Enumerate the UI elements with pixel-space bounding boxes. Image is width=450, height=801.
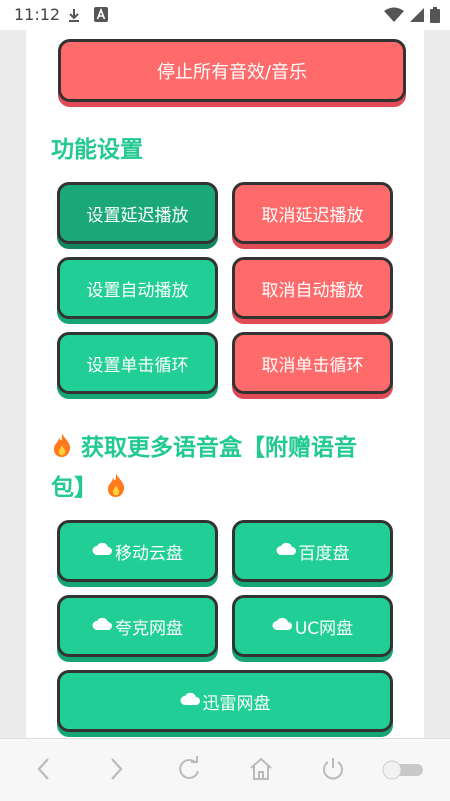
cancel-delay-play-button[interactable]: 取消延迟播放 [232,182,393,244]
set-delay-play-label: 设置延迟播放 [86,205,189,226]
stop-all-audio-label: 停止所有音效/音乐 [156,61,308,83]
quark-pan-label: 夸克网盘 [115,618,183,639]
signal-icon [408,7,424,27]
main-content: 停止所有音效/音乐 功能设置 设置延迟播放 取消延迟播放 设置自动播放 取消自动… [26,30,424,738]
status-bar: 11:12 [0,0,450,30]
more-voice-title-line2: 包】 [51,475,97,501]
set-auto-play-button[interactable]: 设置自动播放 [57,257,218,319]
cancel-auto-play-button[interactable]: 取消自动播放 [232,257,393,319]
power-icon[interactable] [320,755,346,787]
refresh-icon[interactable] [176,755,202,787]
browser-nav-bar [0,738,450,801]
back-icon[interactable] [34,755,54,787]
cloud-icon [92,616,112,636]
cancel-auto-play-label: 取消自动播放 [261,280,364,301]
stop-all-audio-button[interactable]: 停止所有音效/音乐 [58,39,406,102]
set-click-loop-button[interactable]: 设置单击循环 [57,332,218,394]
cancel-delay-play-label: 取消延迟播放 [261,205,364,226]
baidu-pan-button[interactable]: 百度盘 [232,520,393,582]
cancel-click-loop-button[interactable]: 取消单击循环 [232,332,393,394]
more-voice-title-line1: 获取更多语音盒【附赠语音 [81,435,358,461]
mobile-cloud-label: 移动云盘 [115,543,183,564]
download-icon [66,7,82,27]
status-time: 11:12 [14,5,61,24]
baidu-pan-label: 百度盘 [298,543,350,564]
uc-pan-button[interactable]: UC网盘 [232,595,393,657]
set-auto-play-label: 设置自动播放 [86,280,189,301]
cloud-icon [180,691,200,711]
battery-icon [430,7,440,27]
fire-icon [51,433,81,461]
mobile-cloud-button[interactable]: 移动云盘 [57,520,218,582]
toggle-switch[interactable] [382,760,424,780]
fire-icon [105,473,127,501]
home-icon[interactable] [248,755,274,787]
wifi-icon [384,7,404,27]
uc-pan-label: UC网盘 [294,618,354,639]
a-badge-icon [94,7,108,26]
more-voice-title: 获取更多语音盒【附赠语音 包】 [51,428,411,508]
set-click-loop-label: 设置单击循环 [86,355,189,376]
settings-section-title: 功能设置 [51,137,143,163]
forward-icon[interactable] [106,755,126,787]
cancel-click-loop-label: 取消单击循环 [261,355,364,376]
cloud-icon [272,616,292,636]
set-delay-play-button[interactable]: 设置延迟播放 [57,182,218,244]
quark-pan-button[interactable]: 夸克网盘 [57,595,218,657]
cloud-icon [92,541,112,561]
xunlei-pan-label: 迅雷网盘 [202,693,271,714]
xunlei-pan-button[interactable]: 迅雷网盘 [57,670,393,732]
cloud-icon [276,541,296,561]
